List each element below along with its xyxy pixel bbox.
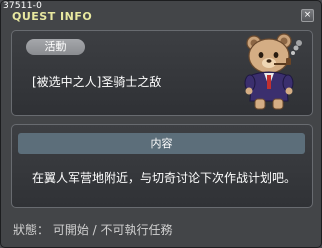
content-text: 在翼人军营地附近，与切奇讨论下次作战计划吧。 (32, 171, 297, 185)
status-value: 可開始 / 不可執行任務 (52, 223, 173, 237)
npc-teddy-bear-icon (244, 33, 302, 110)
quest-category-badge: 活動 (26, 39, 85, 55)
quest-info-window: 37511-0 QUEST INFO × 活動 [被选中之人]圣骑士之敌 内容 … (0, 0, 322, 248)
quest-summary-panel: 活動 [被选中之人]圣骑士之敌 (11, 30, 313, 116)
status-label: 狀態： (13, 223, 50, 237)
window-title: QUEST INFO (12, 10, 93, 23)
quest-name: [被选中之人]圣骑士之敌 (32, 75, 162, 89)
close-icon[interactable]: × (301, 9, 314, 22)
quest-content-panel: 内容 在翼人军营地附近，与切奇讨论下次作战计划吧。 (11, 124, 313, 208)
quest-status: 狀態： 可開始 / 不可執行任務 (13, 221, 173, 238)
content-header: 内容 (18, 133, 305, 154)
